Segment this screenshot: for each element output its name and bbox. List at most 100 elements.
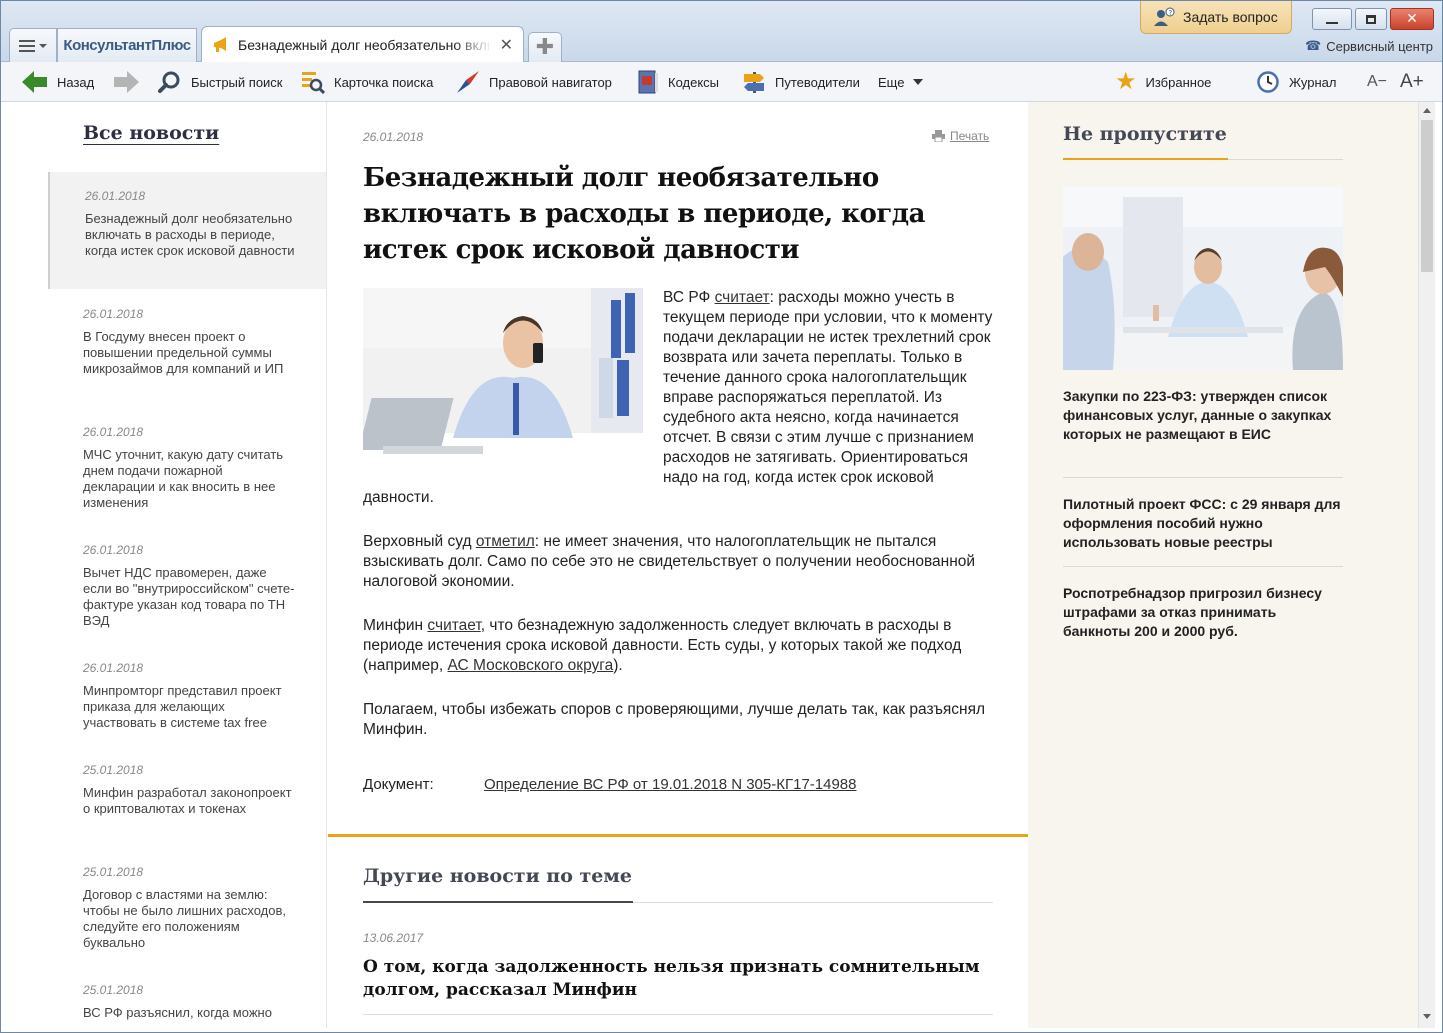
p3-pre: Минфин (363, 617, 428, 634)
compass-icon (457, 71, 479, 93)
court-link[interactable]: АС Московского округа (448, 657, 614, 674)
news-list-item[interactable]: 26.01.2018 МЧС уточнит, какую дату счита… (48, 425, 326, 511)
quick-search-button[interactable]: Быстрый поиск (158, 62, 283, 102)
dont-miss-item[interactable]: Закупки по 223-ФЗ: утвержден список фина… (1063, 387, 1343, 444)
related-news-heading: Другие новости по теме (363, 865, 632, 887)
divider (1063, 566, 1343, 567)
star-icon: ★ (1115, 68, 1137, 95)
search-card-icon (302, 72, 325, 94)
ask-question-label: Задать вопрос (1183, 8, 1278, 25)
user-question-icon: ? (1154, 7, 1175, 26)
main-toolbar: Назад Быстрый поиск Карточка поиска Прав… (0, 62, 1443, 102)
new-tab-button[interactable]: ✚ (528, 32, 562, 62)
scroll-thumb[interactable] (1421, 120, 1433, 272)
arrow-left-icon (22, 71, 47, 93)
back-label: Назад (57, 74, 95, 90)
news-list-item[interactable]: 26.01.2018 Вычет НДС правомерен, даже ес… (48, 543, 326, 629)
dont-miss-heading: Не пропустите (1063, 123, 1227, 145)
heading-underline (363, 901, 993, 903)
divider (363, 1014, 993, 1015)
back-button[interactable]: Назад (22, 62, 94, 102)
news-list-item[interactable]: 26.01.2018 Минпромторг представил проект… (48, 661, 326, 731)
news-list-item[interactable]: 25.01.2018 ВС РФ разъяснил, когда можно (48, 983, 326, 1021)
tab-document[interactable]: Безнадежный долг необязательно включ ✕ (201, 26, 524, 62)
source-link[interactable]: считает (715, 289, 770, 306)
signpost-icon (744, 72, 764, 93)
more-label: Еще (878, 74, 905, 90)
forward-button[interactable] (113, 62, 139, 102)
dont-miss-item[interactable]: Пилотный проект ФСС: с 29 января для офо… (1063, 495, 1343, 552)
article-title: Безнадежный долг необязательно включать … (363, 163, 925, 265)
brand-tab[interactable]: КонсультантПлюс (57, 28, 197, 62)
related-news-date: 13.06.2017 (363, 931, 424, 945)
chevron-down-icon (39, 43, 47, 48)
news-date: 26.01.2018 (85, 189, 146, 203)
close-window-button[interactable]: ✕ (1390, 8, 1434, 30)
codes-button[interactable]: Кодексы (637, 62, 719, 102)
article-date: 26.01.2018 (363, 130, 424, 144)
search-icon (158, 71, 180, 93)
promo-photo[interactable] (1063, 187, 1343, 370)
divider (1063, 477, 1343, 478)
journal-button[interactable]: Журнал (1256, 62, 1336, 102)
main-menu-button[interactable] (9, 28, 57, 62)
news-date: 26.01.2018 (83, 307, 144, 321)
document-link[interactable]: Определение ВС РФ от 19.01.2018 N 305-КГ… (484, 776, 857, 793)
print-link[interactable]: Печать (932, 129, 989, 143)
article-photo (363, 288, 643, 471)
minimize-button[interactable] (1312, 8, 1352, 30)
related-news-link[interactable]: О том, когда задолженность нельзя призна… (363, 956, 993, 1002)
font-larger-button[interactable]: A+ (1400, 62, 1424, 102)
news-list-item[interactable]: 25.01.2018 Минфин разработал законопроек… (48, 763, 326, 817)
news-list-item[interactable]: 26.01.2018 Безнадежный долг необязательн… (48, 172, 326, 289)
all-news-link[interactable]: Все новости (83, 122, 219, 144)
maximize-button[interactable] (1355, 8, 1387, 30)
favorites-button[interactable]: ★ Избранное (1115, 62, 1211, 102)
article-paragraph: Полагаем, чтобы избежать споров с провер… (363, 701, 986, 738)
search-card-button[interactable]: Карточка поиска (301, 62, 433, 102)
service-center-link[interactable]: ☎ Сервисный центр (1305, 38, 1433, 54)
more-menu-button[interactable]: Еще (878, 62, 924, 102)
codex-book-icon (638, 70, 658, 94)
font-smaller-button[interactable]: A− (1367, 62, 1387, 102)
news-text: Безнадежный долг необязательно включать … (85, 211, 295, 258)
journal-label: Журнал (1289, 74, 1337, 90)
brand-logo: КонсультантПлюс (63, 37, 191, 54)
arrow-right-icon (114, 71, 139, 93)
ask-question-button[interactable]: ? Задать вопрос (1140, 0, 1292, 34)
news-date: 25.01.2018 (83, 865, 144, 879)
quick-search-label: Быстрый поиск (191, 74, 283, 90)
news-date: 25.01.2018 (83, 983, 144, 997)
dont-miss-panel: Не пропустите Закупки по 223-ФЗ: утвержд… (1028, 102, 1418, 1028)
dont-miss-item[interactable]: Роспотребнадзор пригрозил бизнесу штрафа… (1063, 584, 1343, 641)
news-text: МЧС уточнит, какую дату считать днем под… (83, 447, 284, 510)
close-icon: ✕ (1406, 11, 1418, 27)
scroll-down-icon[interactable] (1423, 1014, 1431, 1019)
news-sidebar: Все новости 26.01.2018 Безнадежный долг … (9, 102, 327, 1028)
tab-title: Безнадежный долг необязательно включ (238, 36, 492, 53)
heading-underline (1063, 158, 1343, 160)
legal-navigator-label: Правовой навигатор (489, 74, 612, 90)
news-list-item[interactable]: 26.01.2018 В Госдуму внесен проект о пов… (48, 307, 326, 377)
legal-navigator-button[interactable]: Правовой навигатор (456, 62, 612, 102)
news-date: 26.01.2018 (83, 661, 144, 675)
article-body: ВС РФ считает: расходы можно учесть в те… (363, 288, 993, 764)
scroll-up-icon[interactable] (1423, 108, 1431, 113)
favorites-label: Избранное (1145, 74, 1212, 90)
close-tab-icon[interactable]: ✕ (500, 35, 513, 54)
p3-end: ). (613, 657, 623, 674)
source-link[interactable]: считает (427, 617, 480, 634)
news-list-item[interactable]: 25.01.2018 Договор с властями на землю: … (48, 865, 326, 951)
news-text: Договор с властями на землю: чтобы не бы… (83, 887, 287, 950)
section-divider (328, 834, 1028, 837)
p2-pre: Верховный суд (363, 533, 476, 550)
document-label: Документ: (363, 776, 434, 793)
guides-button[interactable]: Путеводители (742, 62, 860, 102)
news-date: 26.01.2018 (83, 425, 144, 439)
source-link[interactable]: отметил (476, 533, 535, 550)
article-paragraph: Верховный суд отметил: не имеет значения… (363, 532, 993, 592)
article-paragraph: Минфин считает, что безнадежную задолжен… (363, 616, 993, 676)
vertical-scrollbar[interactable] (1418, 102, 1435, 1028)
article-pane: 26.01.2018 Печать Безнадежный долг необя… (328, 102, 1028, 1028)
man-on-phone-image (363, 288, 643, 471)
